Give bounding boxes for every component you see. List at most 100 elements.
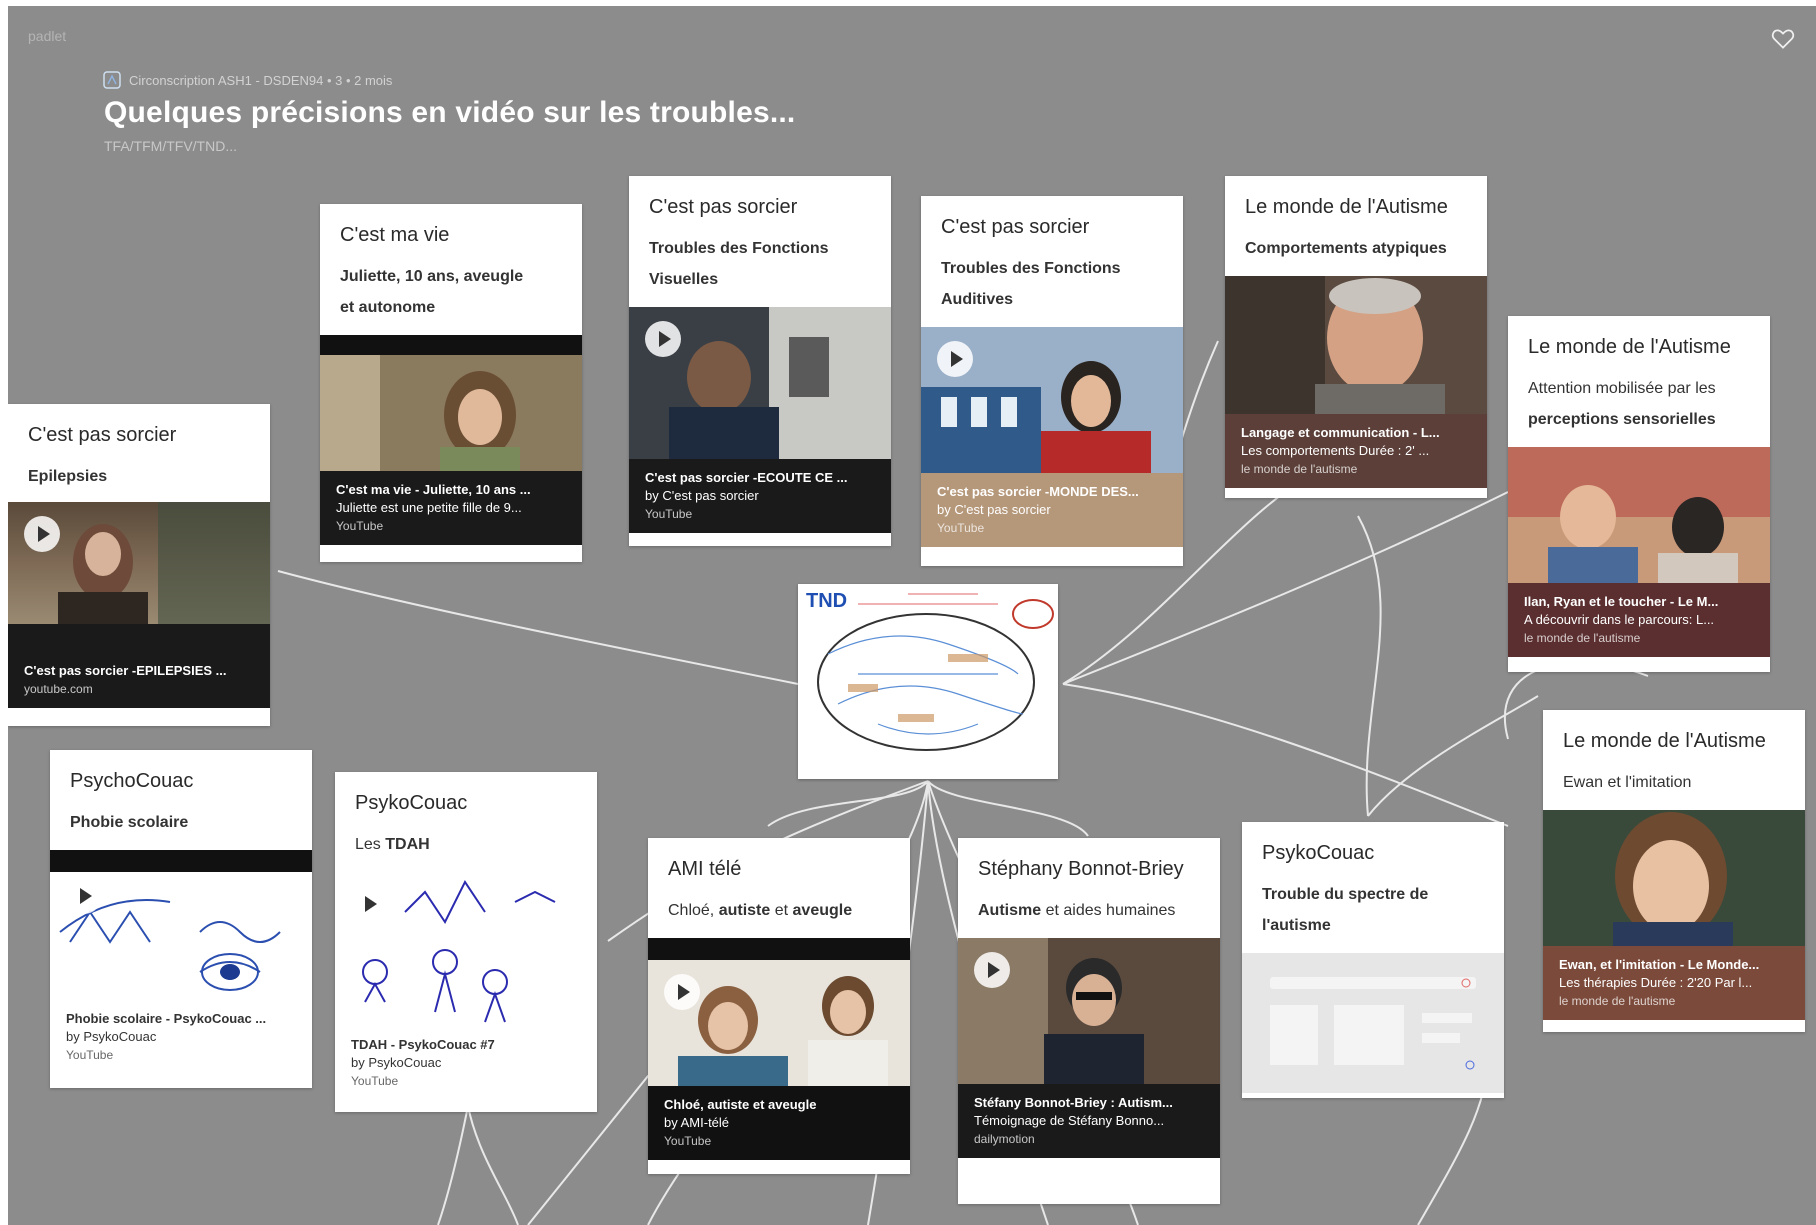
link-preview[interactable]: Stéfany Bonnot-Briey : Autism... Témoign…: [958, 1084, 1220, 1158]
post-title: PsykoCouac: [1262, 842, 1375, 864]
post-card-phobie-scolaire[interactable]: PsychoCouac Phobie scolaire Phobie scola…: [50, 750, 312, 1088]
post-card-tdah[interactable]: PsykoCouac Les TDAH TDAH - PsykoCouac #7…: [335, 772, 597, 1112]
link-preview[interactable]: Ilan, Ryan et le toucher - Le M... A déc…: [1508, 583, 1770, 657]
subtitle-bold-part: aveugle: [792, 902, 853, 919]
post-subtitle: Attention mobilisée par les perceptions …: [1528, 373, 1750, 435]
video-thumbnail[interactable]: [1543, 810, 1805, 946]
link-description: Les thérapies Durée : 2'20 Par l...: [1559, 975, 1753, 990]
post-subtitle: Comportements atypiques: [1245, 240, 1447, 257]
post-subtitle: Chloé, autiste et aveugle: [668, 895, 890, 926]
video-thumbnail[interactable]: [335, 872, 597, 1026]
video-thumbnail[interactable]: [1508, 447, 1770, 583]
play-icon[interactable]: [66, 878, 102, 914]
link-source: le monde de l'autisme: [1241, 462, 1358, 476]
post-card-perceptions-sensorielles[interactable]: Le monde de l'Autisme Attention mobilisé…: [1508, 316, 1770, 672]
link-preview[interactable]: Chloé, autiste et aveugle by AMI-télé Yo…: [648, 1086, 910, 1160]
board-title: Quelques précisions en vidéo sur les tro…: [104, 96, 796, 129]
post-subtitle: Les TDAH: [355, 829, 577, 860]
tnd-diagram-image[interactable]: TND: [798, 584, 1058, 779]
diagram-drawing: [817, 593, 1054, 751]
video-thumbnail[interactable]: [1225, 276, 1487, 414]
post-title: PsykoCouac: [355, 792, 468, 814]
subtitle-bold-part: autiste: [718, 902, 771, 919]
link-title: Langage et communication - L...: [1241, 425, 1440, 440]
post-title: Stéphany Bonnot-Briey: [978, 858, 1184, 880]
post-subtitle-plain: Les: [355, 836, 386, 853]
post-title: C'est ma vie: [340, 224, 450, 246]
link-title: Phobie scolaire - PsykoCouac ...: [66, 1011, 267, 1026]
post-subtitle: Juliette, 10 ans, aveugle et autonome: [340, 268, 524, 316]
post-card-auditives[interactable]: C'est pas sorcier Troubles des Fonctions…: [921, 196, 1183, 566]
video-thumbnail[interactable]: [50, 850, 312, 1000]
subtitle-bold-part: Autisme: [978, 902, 1042, 919]
subtitle-part: Chloé,: [668, 902, 719, 919]
link-preview[interactable]: Langage et communication - L... Les comp…: [1225, 414, 1487, 488]
post-subtitle: Epilepsies: [28, 468, 108, 485]
video-thumbnail[interactable]: [629, 307, 891, 459]
post-card-trouble-spectre-autisme[interactable]: PsykoCouac Trouble du spectre de l'autis…: [1242, 822, 1504, 1098]
link-description: by C'est pas sorcier: [937, 502, 1051, 517]
post-subtitle: Troubles des Fonctions Auditives: [941, 260, 1121, 308]
post-card-visuelles[interactable]: C'est pas sorcier Troubles des Fonctions…: [629, 176, 891, 546]
link-description: by PsykoCouac: [351, 1055, 442, 1070]
link-preview[interactable]: Ewan, et l'imitation - Le Monde... Les t…: [1543, 946, 1805, 1020]
link-title: C'est pas sorcier -MONDE DES...: [937, 484, 1139, 499]
play-icon[interactable]: [664, 974, 700, 1010]
board-meta-text: Circonscription ASH1 - DSDEN94 • 3 • 2 m…: [129, 72, 393, 88]
link-preview[interactable]: C'est ma vie - Juliette, 10 ans ... Juli…: [320, 471, 582, 545]
link-source: YouTube: [66, 1048, 114, 1062]
post-title: C'est pas sorcier: [649, 196, 798, 218]
embed-preview[interactable]: [1242, 953, 1504, 1093]
subtitle-part: et: [770, 902, 793, 919]
post-title: C'est pas sorcier: [941, 216, 1090, 238]
link-title: Chloé, autiste et aveugle: [664, 1097, 817, 1112]
link-preview[interactable]: Phobie scolaire - PsykoCouac ... by Psyk…: [50, 1000, 312, 1074]
link-description: Juliette est une petite fille de 9...: [336, 500, 522, 515]
link-preview[interactable]: C'est pas sorcier -MONDE DES... by C'est…: [921, 473, 1183, 547]
video-thumbnail[interactable]: [320, 335, 582, 471]
post-card-chloe[interactable]: AMI télé Chloé, autiste et aveugle Chloé…: [648, 838, 910, 1174]
padlet-canvas: padlet Circonscription ASH1 - DSDEN94 • …: [8, 6, 1816, 1225]
link-description: Témoignage de Stéfany Bonno...: [974, 1113, 1165, 1128]
thumbnail-art: [1508, 447, 1770, 583]
play-icon[interactable]: [24, 516, 60, 552]
post-card-comportements-atypiques[interactable]: Le monde de l'Autisme Comportements atyp…: [1225, 176, 1487, 498]
post-subtitle-bold: TDAH: [385, 836, 430, 853]
link-title: TDAH - PsykoCouac #7: [351, 1037, 495, 1052]
thumbnail-art: [1225, 276, 1445, 414]
post-card-ewan-imitation[interactable]: Le monde de l'Autisme Ewan et l'imitatio…: [1543, 710, 1805, 1032]
video-thumbnail[interactable]: [648, 938, 910, 1086]
link-title: C'est pas sorcier -ECOUTE CE ...: [645, 470, 848, 485]
post-title: PsychoCouac: [70, 770, 194, 792]
link-title: Stéfany Bonnot-Briey : Autism...: [974, 1095, 1173, 1110]
heart-icon[interactable]: [1770, 26, 1796, 52]
link-preview[interactable]: C'est pas sorcier -EPILEPSIES ... youtub…: [8, 624, 270, 708]
link-source: le monde de l'autisme: [1524, 631, 1641, 645]
post-title: Le monde de l'Autisme: [1528, 336, 1731, 358]
play-icon[interactable]: [645, 321, 681, 357]
link-source: youtube.com: [24, 682, 93, 696]
play-icon[interactable]: [974, 952, 1010, 988]
post-title: Le monde de l'Autisme: [1245, 196, 1448, 218]
play-icon[interactable]: [937, 341, 973, 377]
post-subtitle: Autisme et aides humaines: [978, 895, 1178, 926]
link-source: YouTube: [664, 1134, 712, 1148]
link-preview[interactable]: TDAH - PsykoCouac #7 by PsykoCouac YouTu…: [335, 1026, 597, 1100]
video-thumbnail[interactable]: [958, 938, 1220, 1084]
link-title: Ilan, Ryan et le toucher - Le M...: [1524, 594, 1719, 609]
play-icon[interactable]: [351, 886, 387, 922]
post-subtitle: Ewan et l'imitation: [1563, 774, 1692, 791]
thumbnail-art: [320, 355, 582, 471]
link-preview[interactable]: C'est pas sorcier -ECOUTE CE ... by C'es…: [629, 459, 891, 533]
thumbnail-art: [1613, 812, 1733, 946]
video-thumbnail[interactable]: [921, 327, 1183, 473]
video-thumbnail[interactable]: [8, 502, 270, 624]
post-card-epilepsies[interactable]: C'est pas sorcier Epilepsies C'est pas s…: [8, 404, 270, 726]
embed-placeholder-art: [1270, 977, 1476, 1070]
link-source: YouTube: [336, 519, 384, 533]
post-title: AMI télé: [668, 858, 742, 880]
post-card-juliette[interactable]: C'est ma vie Juliette, 10 ans, aveugle e…: [320, 204, 582, 562]
post-card-stephany[interactable]: Stéphany Bonnot-Briey Autisme et aides h…: [958, 838, 1220, 1204]
post-subtitle-bold: perceptions sensorielles: [1528, 411, 1716, 428]
padlet-logo[interactable]: padlet: [28, 28, 66, 44]
